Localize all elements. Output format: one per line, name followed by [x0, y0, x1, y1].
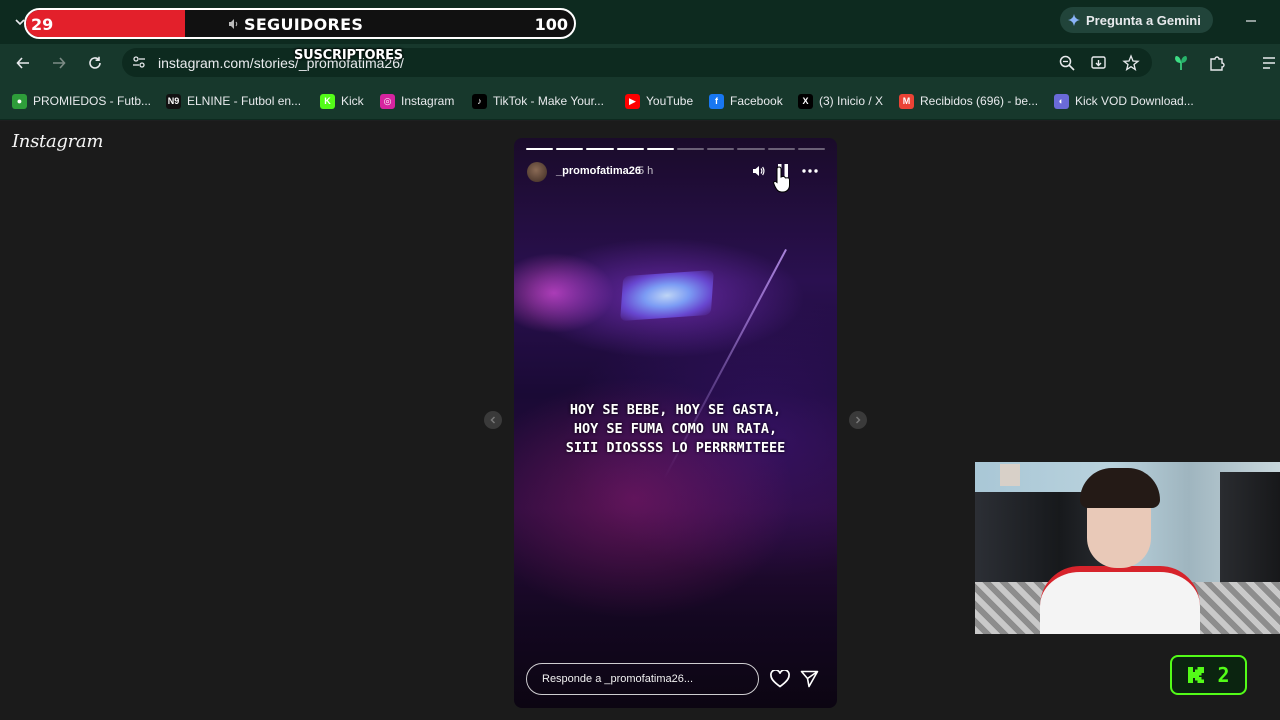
zoom-icon[interactable]	[1058, 54, 1076, 72]
tiktok-icon: ♪	[472, 93, 487, 109]
webcam-streamer-shirt	[1040, 566, 1200, 634]
story-progress-bar	[526, 148, 826, 150]
story-progress-segment	[737, 148, 765, 150]
story-progress-segment	[707, 148, 735, 150]
subscriber-goal-label: SUSCRIPTORES	[294, 48, 403, 63]
instagram-logo[interactable]: Instagram	[12, 131, 103, 152]
speaker-icon	[228, 18, 240, 30]
story-frame[interactable]: _promofatima26 5 h HOY SE BEBE, HOY SE G…	[514, 138, 837, 708]
bookmark-label: TikTok - Make Your...	[493, 94, 604, 108]
story-progress-segment	[526, 148, 554, 150]
bookmark-label: YouTube	[646, 94, 694, 108]
bookmark-label: ELNINE - Futbol en...	[187, 94, 302, 108]
gmail-icon: M	[899, 93, 914, 109]
bookmark-item[interactable]: ♪ TikTok - Make Your...	[472, 92, 604, 110]
bookmarks-bar: ● PROMIEDOS - Futb... N9 ELNINE - Futbol en…	[0, 81, 1280, 120]
webcam-overlay	[975, 462, 1280, 634]
follower-goal-bar: 29 SEGUIDORES 100	[24, 8, 576, 39]
story-progress-segment	[556, 148, 584, 150]
bookmark-label: Instagram	[401, 94, 455, 108]
bookmark-label: Kick VOD Download...	[1075, 94, 1194, 108]
reading-list-icon[interactable]	[1259, 53, 1279, 73]
address-bar[interactable]: instagram.com/stories/_promofatima26/	[122, 48, 1152, 77]
forward-arrow-icon	[52, 56, 66, 70]
webcam-streamer-hair	[1080, 468, 1160, 508]
bookmark-item[interactable]: f Facebook	[709, 92, 783, 110]
story-avatar[interactable]	[527, 162, 547, 182]
gemini-button[interactable]: Pregunta a Gemini	[1060, 7, 1213, 33]
hand-cursor-icon	[773, 165, 791, 193]
reply-placeholder: Responde a _promofatima26...	[542, 673, 694, 685]
send-icon[interactable]	[800, 670, 819, 688]
bookmark-item[interactable]: X (3) Inicio / X	[798, 92, 883, 110]
bookmark-item[interactable]: K Kick	[320, 92, 364, 110]
bookmark-label: Kick	[341, 94, 364, 108]
story-progress-segment	[677, 148, 705, 150]
gemini-sparkle-icon	[1068, 14, 1080, 26]
webcam-streamer	[1040, 468, 1200, 634]
next-story-icon[interactable]	[849, 411, 867, 429]
bookmark-label: Facebook	[730, 94, 783, 108]
story-progress-segment	[767, 148, 795, 150]
instagram-icon: ◎	[380, 93, 395, 109]
promiedos-icon: ●	[12, 93, 27, 109]
x-icon: X	[798, 93, 813, 109]
story-username[interactable]: _promofatima26	[556, 165, 641, 177]
story-progress-segment	[797, 148, 826, 150]
story-progress-segment	[616, 148, 644, 150]
browser-toolbar: instagram.com/stories/_promofatima26/	[0, 44, 1280, 81]
story-caption: HOY SE BEBE, HOY SE GASTA, HOY SE FUMA C…	[514, 401, 837, 458]
kick-viewer-badge: 2	[1170, 655, 1247, 695]
site-settings-icon[interactable]	[131, 54, 147, 70]
story-caption-line: SIII DIOSSSS LO PERRRMITEEE	[565, 440, 786, 456]
bookmark-label: PROMIEDOS - Futb...	[33, 94, 152, 108]
story-media-screen-light	[620, 269, 714, 322]
kick-icon: K	[320, 93, 335, 109]
forward-button[interactable]	[49, 53, 69, 73]
kick-logo-icon	[1187, 666, 1205, 684]
webcam-wall-poster	[1000, 464, 1020, 486]
back-arrow-icon	[16, 56, 30, 70]
bookmark-item[interactable]: ◎ Instagram	[380, 92, 454, 110]
elnine-icon: N9	[166, 93, 181, 109]
bookmark-label: (3) Inicio / X	[819, 94, 884, 108]
story-timestamp: 5 h	[638, 165, 654, 177]
bookmark-star-icon[interactable]	[1122, 54, 1140, 72]
story-progress-segment	[646, 148, 675, 150]
bookmark-label: Recibidos (696) - be...	[920, 94, 1039, 108]
follower-goal-label: SEGUIDORES	[244, 15, 364, 34]
volume-icon[interactable]	[752, 164, 766, 178]
facebook-icon: f	[709, 93, 724, 109]
youtube-icon: ▶	[625, 93, 640, 109]
gemini-button-label: Pregunta a Gemini	[1086, 12, 1201, 28]
reply-input[interactable]: Responde a _promofatima26...	[526, 663, 759, 695]
story-progress-segment	[586, 148, 614, 150]
install-app-icon[interactable]	[1090, 54, 1108, 72]
story-caption-line: HOY SE BEBE, HOY SE GASTA,	[569, 402, 782, 418]
bookmark-item[interactable]: ▶ YouTube	[625, 92, 693, 110]
minimize-window-icon[interactable]	[1242, 12, 1260, 30]
story-caption-line: HOY SE FUMA COMO UN RATA,	[573, 421, 778, 437]
bookmark-item[interactable]: N9 ELNINE - Futbol en...	[166, 92, 301, 110]
bookmark-item[interactable]: ● PROMIEDOS - Futb...	[12, 92, 151, 110]
reload-icon	[88, 56, 102, 70]
kickvod-icon: ◐	[1054, 93, 1069, 109]
back-button[interactable]	[13, 53, 33, 73]
heart-icon[interactable]	[770, 670, 790, 688]
browser-tab-strip: 29 SEGUIDORES 100 Pregunta a Gemini	[0, 0, 1280, 44]
bookmark-item[interactable]: ◐ Kick VOD Download...	[1054, 92, 1194, 110]
more-options-icon[interactable]	[801, 164, 819, 178]
kick-viewer-count: 2	[1217, 663, 1230, 687]
extension-leaf-icon[interactable]	[1171, 53, 1191, 73]
previous-story-icon[interactable]	[484, 411, 502, 429]
instagram-story-viewer: Instagram _promofatima26 5 h HOY SE BEBE…	[0, 121, 1280, 720]
reload-button[interactable]	[85, 53, 105, 73]
bookmark-item[interactable]: M Recibidos (696) - be...	[899, 92, 1038, 110]
extensions-puzzle-icon[interactable]	[1207, 53, 1227, 73]
follower-goal-target: 100	[534, 15, 568, 34]
follower-current-count: 29	[31, 15, 54, 34]
